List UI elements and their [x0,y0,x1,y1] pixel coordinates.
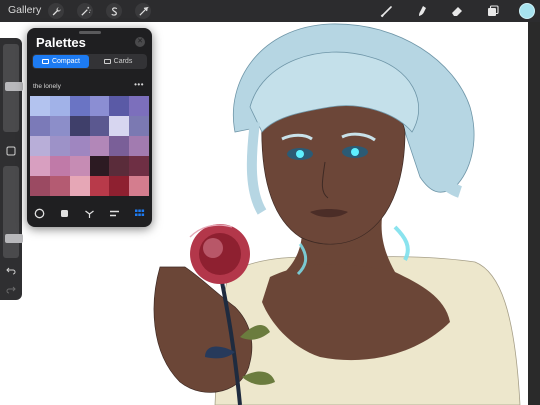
transform-arrow-icon[interactable] [135,3,151,19]
close-icon[interactable]: ✕ [135,37,145,47]
palettes-popover: Palettes ✕ Compact Cards the lonely ••• … [27,28,152,227]
color-swatch[interactable]: #5a2c3a [109,156,130,176]
color-swatch[interactable]: #6e2f44 [129,156,149,176]
color-swatch[interactable]: #b83a4a [89,176,110,196]
color-swatch[interactable]: #7b79b2 [129,116,149,136]
compact-view-button[interactable]: Compact [33,55,89,68]
cards-view-icon [103,59,111,64]
square-icon[interactable] [57,206,71,220]
modify-square-icon[interactable] [4,144,18,158]
color-swatch[interactable]: #a27bb0 [129,136,149,156]
color-swatch[interactable]: #8e2030 [109,176,130,196]
wrench-icon[interactable] [48,3,64,19]
opacity-thumb[interactable] [5,234,23,243]
color-swatch[interactable]: #5a5aa6 [109,96,130,116]
color-swatch[interactable]: #7a5f98 [109,136,130,156]
color-swatch[interactable]: #2c1a22 [89,156,110,176]
popover-grabber[interactable] [79,31,101,34]
color-swatch[interactable]: #d7d6f0 [109,116,130,136]
color-swatch[interactable]: #b3c3ef [30,96,50,116]
color-swatch[interactable]: #e6a7b6 [69,176,90,196]
swatch-grid: #b3c3ef#a1b2e8#6a74c4#8b8ed3#5a5aa6#7c6f… [30,96,149,196]
opacity-slider[interactable] [3,166,23,258]
palettes-title: Palettes [36,35,86,50]
current-color-swatch[interactable] [519,3,535,19]
color-swatch[interactable]: #a1b2e8 [49,96,70,116]
color-swatch[interactable]: #d47d8e [129,176,149,196]
harmony-icon[interactable] [82,206,96,220]
brush-icon[interactable] [379,3,395,19]
brush-size-slider[interactable] [3,44,23,132]
redo-icon[interactable] [4,282,18,296]
color-swatch[interactable]: #8c8ec9 [49,116,70,136]
disc-icon[interactable] [32,206,46,220]
color-mode-tabs [27,204,152,222]
eraser-icon[interactable] [449,3,465,19]
color-swatch[interactable]: #d89fc0 [30,156,50,176]
magic-wand-icon[interactable] [77,3,93,19]
top-toolbar: Gallery [0,0,540,22]
color-swatch[interactable]: #9d92c8 [49,136,70,156]
gallery-button[interactable]: Gallery [8,4,41,16]
palettes-grid-icon[interactable] [132,206,146,220]
color-swatch[interactable]: #8b8ed3 [89,96,110,116]
color-swatch[interactable]: #3f3f6a [69,116,90,136]
undo-icon[interactable] [4,263,18,277]
color-swatch[interactable]: #c07aa8 [49,156,70,176]
view-mode-segmented-control: Compact Cards [32,54,147,69]
color-swatch[interactable]: #6a74c4 [69,96,90,116]
color-swatch[interactable]: #b8aed8 [30,136,50,156]
brush-size-thumb[interactable] [5,82,23,91]
layers-icon[interactable] [485,3,501,19]
color-swatch[interactable]: #b45b72 [49,176,70,196]
color-swatch[interactable]: #c68cb4 [69,156,90,176]
color-swatch[interactable]: #9f86c0 [69,136,90,156]
value-icon[interactable] [107,206,121,220]
cards-view-button[interactable]: Cards [90,55,146,68]
palette-name[interactable]: the lonely [33,83,61,90]
smudge-icon[interactable] [414,3,430,19]
compact-view-icon [41,59,49,64]
selection-s-icon[interactable] [106,3,122,19]
color-swatch[interactable]: #b287b8 [89,136,110,156]
color-swatch[interactable]: #9b4a62 [30,176,50,196]
color-swatch[interactable]: #5b5890 [89,116,110,136]
right-edge-bar [528,22,540,405]
left-sidebar [0,38,23,300]
color-swatch[interactable]: #7c6fbc [129,96,149,116]
color-swatch[interactable]: #7b7ab8 [30,116,50,136]
more-options-button[interactable]: ••• [134,80,144,89]
